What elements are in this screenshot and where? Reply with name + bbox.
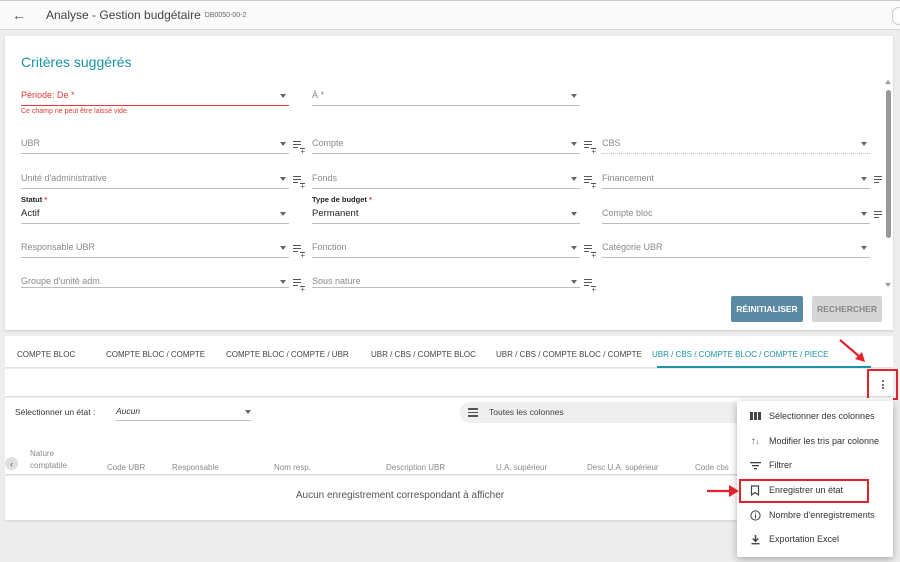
empty-message: Aucun enregistrement correspondant à aff… <box>295 490 505 501</box>
chevron-down-icon <box>571 246 577 250</box>
chevron-down-icon <box>280 246 286 250</box>
list-add-icon[interactable]: + <box>293 279 305 294</box>
state-select[interactable]: Aucun <box>116 403 251 421</box>
tabs-bar: COMPTE BLOC COMPTE BLOC / COMPTE COMPTE … <box>5 336 893 368</box>
list-add-icon[interactable]: + <box>584 279 596 294</box>
chevron-down-icon <box>280 177 286 181</box>
list-add-icon[interactable]: + <box>584 245 596 260</box>
more-vert-icon <box>881 379 884 391</box>
menu-item-sort-columns[interactable]: ↑↓ Modifier les tris par colonne <box>737 429 893 453</box>
compte-bloc-select[interactable]: Compte bloc <box>602 202 870 224</box>
responsable-ubr-select[interactable]: Responsable UBR <box>21 236 289 258</box>
criteria-scrollbar[interactable] <box>885 80 891 287</box>
page-title: Analyse - Gestion budgétaire <box>46 8 201 22</box>
filter-icon <box>749 460 761 471</box>
col-nature-comptable[interactable]: Nature comptable <box>30 448 80 472</box>
type-budget-select[interactable]: Type de budget * Permanent <box>312 195 580 224</box>
tab-ubr-cbs-compte-bloc-compte-piece[interactable]: UBR / CBS / COMPTE BLOC / COMPTE / PIECE <box>652 350 828 359</box>
chevron-down-icon <box>245 410 251 414</box>
criteria-panel: Critères suggérés Période: De * Ce champ… <box>5 36 893 330</box>
tab-compte-bloc-compte[interactable]: COMPTE BLOC / COMPTE <box>106 350 205 359</box>
col-responsable[interactable]: Responsable <box>172 463 219 472</box>
info-icon <box>749 510 761 521</box>
grid-toolbar <box>5 369 893 397</box>
unite-administrative-select[interactable]: Unité d'administrative <box>21 167 289 189</box>
periode-de-error: Ce champ ne peut être laissé vide. <box>21 108 129 115</box>
fonction-select[interactable]: Fonction <box>312 236 580 258</box>
columns-search[interactable]: Toutes les colonnes <box>460 402 750 423</box>
active-tab-indicator <box>657 366 871 368</box>
chevron-down-icon <box>280 94 286 98</box>
menu-item-record-count[interactable]: Nombre d'enregistrements <box>737 503 893 527</box>
groupe-unite-select[interactable]: Groupe d'unité adm. <box>21 270 289 288</box>
chevron-down-icon <box>571 94 577 98</box>
list-add-icon[interactable]: + <box>293 141 305 156</box>
chevron-down-icon <box>571 212 577 216</box>
ubr-select[interactable]: UBR <box>21 132 289 154</box>
annotation-arrow-icon <box>707 485 739 497</box>
col-code-cbs[interactable]: Code cbs <box>695 463 729 472</box>
menu-item-select-columns[interactable]: Sélectionner des colonnes <box>737 404 893 428</box>
scroll-up-icon[interactable] <box>885 80 891 84</box>
fonds-select[interactable]: Fonds <box>312 167 580 189</box>
menu-item-filter[interactable]: Filtrer <box>737 453 893 477</box>
report-code: DB0050-00-2 <box>204 11 247 19</box>
col-ua-superieur[interactable]: U.A. supérieur <box>496 463 547 472</box>
state-label: Sélectionner un état : <box>15 407 96 417</box>
list-add-icon[interactable]: + <box>584 141 596 156</box>
app-header: ← Analyse - Gestion budgétaire DB0050-00… <box>0 0 900 30</box>
sort-icon: ↑↓ <box>750 436 760 447</box>
annotation-highlight-box <box>739 479 869 503</box>
sous-nature-select[interactable]: Sous nature <box>312 270 580 288</box>
statut-select[interactable]: Statut * Actif <box>21 195 289 224</box>
list-icon <box>468 408 478 419</box>
arrow-left-icon[interactable]: ← <box>12 8 26 22</box>
tab-ubr-cbs-compte-bloc-compte[interactable]: UBR / CBS / COMPTE BLOC / COMPTE <box>496 350 642 359</box>
periode-a-select[interactable]: À * <box>312 84 580 106</box>
scroll-down-icon[interactable] <box>885 283 891 287</box>
chevron-down-icon <box>280 142 286 146</box>
list-add-icon[interactable]: + <box>584 176 596 191</box>
chevron-down-icon <box>280 212 286 216</box>
col-description-ubr[interactable]: Description UBR <box>386 463 445 472</box>
chevron-down-icon <box>571 177 577 181</box>
criteria-heading: Critères suggérés <box>21 54 132 70</box>
more-options-button[interactable] <box>867 369 898 400</box>
tab-ubr-cbs-compte-bloc[interactable]: UBR / CBS / COMPTE BLOC <box>371 350 476 359</box>
chevron-down-icon <box>861 177 867 181</box>
list-add-icon[interactable]: + <box>293 245 305 260</box>
download-icon <box>749 534 761 545</box>
cbs-select[interactable]: CBS <box>602 132 870 154</box>
periode-de-select[interactable]: Période: De * <box>21 84 289 106</box>
scroll-thumb[interactable] <box>886 90 891 238</box>
chevron-down-icon <box>861 212 867 216</box>
chevron-down-icon <box>861 246 867 250</box>
tab-compte-bloc-compte-ubr[interactable]: COMPTE BLOC / COMPTE / UBR <box>226 350 349 359</box>
menu-item-export-excel[interactable]: Exportation Excel <box>737 527 893 551</box>
header-right-control[interactable] <box>892 7 900 25</box>
tab-compte-bloc[interactable]: COMPTE BLOC <box>17 350 75 359</box>
categorie-ubr-select[interactable]: Catégorie UBR <box>602 236 870 258</box>
col-nom-resp[interactable]: Nom resp. <box>274 463 311 472</box>
columns-icon <box>749 411 761 422</box>
annotation-arrow-icon <box>839 339 865 362</box>
chevron-down-icon <box>571 142 577 146</box>
list-add-icon[interactable]: + <box>293 176 305 191</box>
compte-select[interactable]: Compte <box>312 132 580 154</box>
list-icon[interactable] <box>874 176 882 185</box>
financement-select[interactable]: Financement <box>602 167 870 189</box>
chevron-down-icon <box>571 280 577 284</box>
reset-button[interactable]: RÉINITIALISER <box>731 296 803 322</box>
col-code-ubr[interactable]: Code UBR <box>107 463 145 472</box>
col-desc-ua-superieur[interactable]: Desc U.A. supérieur <box>587 463 659 472</box>
search-button[interactable]: RECHERCHER <box>812 296 882 322</box>
list-icon[interactable] <box>874 211 882 220</box>
chevron-down-icon <box>861 142 867 146</box>
chevron-left-icon[interactable]: ‹ <box>5 457 18 470</box>
chevron-down-icon <box>280 280 286 284</box>
